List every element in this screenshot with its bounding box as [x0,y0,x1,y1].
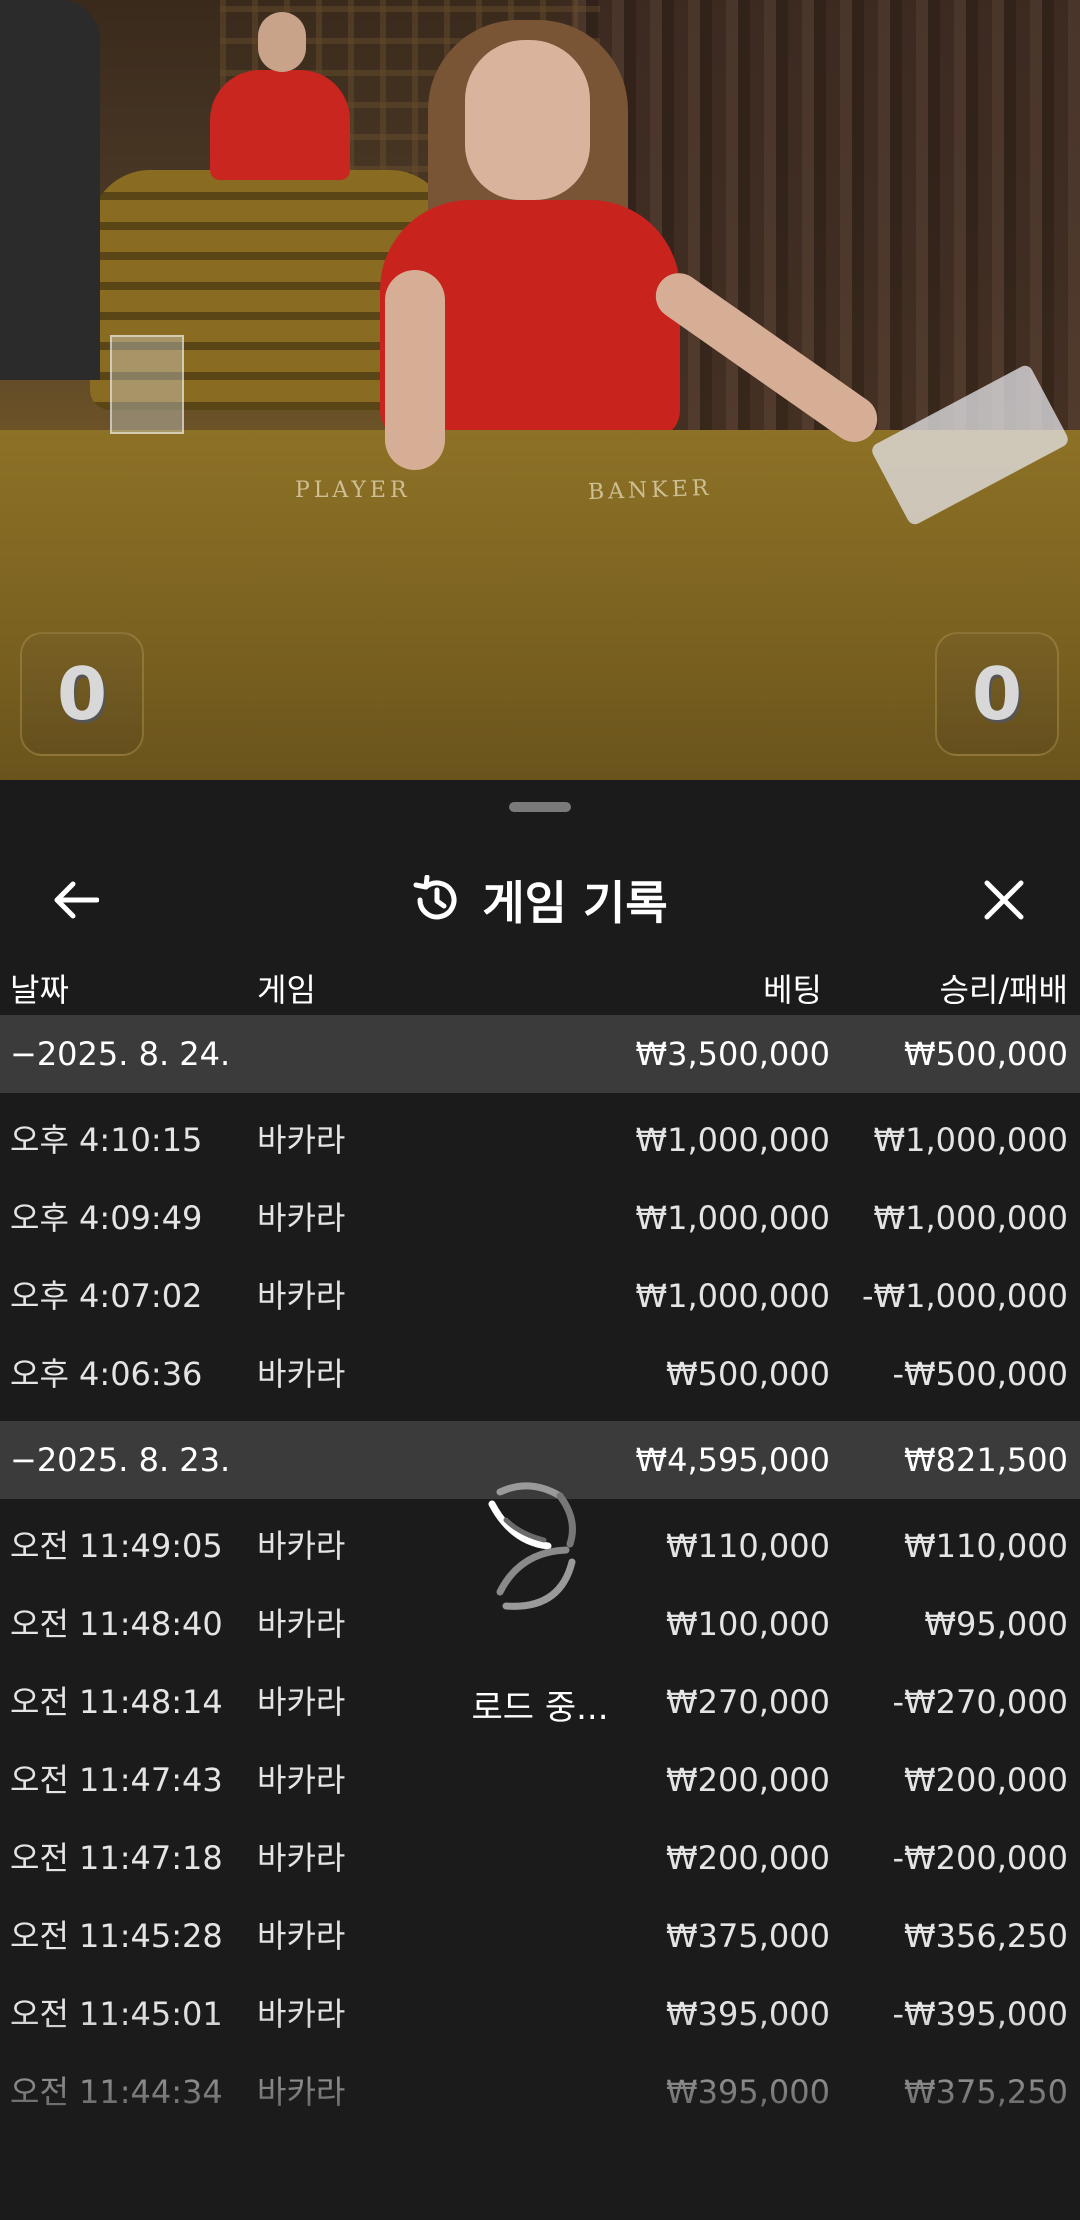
row-bet: ₩110,000 [666,1527,830,1565]
row-game: 바카라 [257,1839,346,1877]
row-game: 바카라 [257,1277,346,1315]
loading-spinner-icon [460,1480,620,1620]
row-win-loss: -₩395,000 [892,1995,1068,2033]
group-date: −2025. 8. 24. [10,1035,231,1073]
row-game: 바카라 [257,2073,346,2111]
row-time: 오전 11:44:34 [10,2073,223,2111]
row-win-loss: ₩375,250 [904,2073,1068,2111]
background-dealer-head [258,12,306,72]
row-win-loss: -₩500,000 [892,1355,1068,1393]
row-game: 바카라 [257,1683,346,1721]
table-row[interactable]: 오후 4:06:36 바카라 ₩500,000 -₩500,000 [0,1335,1080,1413]
column-game: 게임 [257,971,316,1009]
row-bet: ₩1,000,000 [635,1277,831,1315]
table-row[interactable]: 오후 4:07:02 바카라 ₩1,000,000 -₩1,000,000 [0,1257,1080,1335]
row-win-loss: ₩1,000,000 [873,1199,1069,1237]
row-win-loss: -₩200,000 [892,1839,1068,1877]
row-bet: ₩395,000 [666,2073,830,2111]
panel-title: 게임 기록 [0,860,1080,940]
banker-score: 0 [935,632,1059,756]
history-clock-icon [413,875,457,920]
table-row[interactable]: 오전 11:45:01 바카라 ₩395,000 -₩395,000 [0,1975,1080,2053]
row-win-loss: ₩1,000,000 [873,1121,1069,1159]
felt-player-label: PLAYER [295,478,411,503]
live-video: PLAYER BANKER 0 0 [0,0,1080,780]
row-time: 오후 4:06:36 [10,1355,203,1393]
row-bet: ₩395,000 [666,1995,830,2033]
row-bet: ₩200,000 [666,1839,830,1877]
table-row[interactable]: 오전 11:44:34 바카라 ₩395,000 ₩375,250 [0,2053,1080,2131]
discard-box [110,335,184,434]
felt-banker-label: BANKER [587,475,713,506]
row-win-loss: -₩270,000 [892,1683,1068,1721]
table-row[interactable]: 오전 11:45:28 바카라 ₩375,000 ₩356,250 [0,1897,1080,1975]
row-win-loss: ₩95,000 [924,1605,1068,1643]
row-game: 바카라 [257,1355,346,1393]
row-game: 바카라 [257,1527,346,1565]
row-time: 오후 4:10:15 [10,1121,203,1159]
row-win-loss: ₩110,000 [904,1527,1068,1565]
row-win-loss: ₩200,000 [904,1761,1068,1799]
column-bet: 베팅 [763,971,822,1009]
row-bet: ₩1,000,000 [635,1121,831,1159]
panel-header: 게임 기록 [0,830,1080,960]
row-bet: ₩100,000 [666,1605,830,1643]
group-bet-total: ₩3,500,000 [635,1035,831,1073]
row-time: 오전 11:47:43 [10,1761,223,1799]
column-date: 날짜 [10,971,69,1009]
row-bet: ₩375,000 [666,1917,830,1955]
table-row[interactable]: 오전 11:47:43 바카라 ₩200,000 ₩200,000 [0,1741,1080,1819]
group-date: −2025. 8. 23. [10,1441,231,1479]
dealer-head [465,40,590,200]
dealer-arm-left [385,270,445,470]
table-row[interactable]: 오전 11:47:18 바카라 ₩200,000 -₩200,000 [0,1819,1080,1897]
group-bet-total: ₩4,595,000 [635,1441,831,1479]
group-win-total: ₩500,000 [904,1035,1068,1073]
group-win-total: ₩821,500 [904,1441,1068,1479]
row-win-loss: -₩1,000,000 [861,1277,1068,1315]
column-win-loss: 승리/패배 [939,971,1068,1009]
row-time: 오전 11:47:18 [10,1839,223,1877]
row-time: 오전 11:45:28 [10,1917,223,1955]
row-bet: ₩270,000 [666,1683,830,1721]
left-person [0,0,100,380]
row-game: 바카라 [257,1199,346,1237]
table-row[interactable]: 오후 4:10:15 바카라 ₩1,000,000 ₩1,000,000 [0,1101,1080,1179]
close-x-icon [984,880,1024,920]
row-game: 바카라 [257,1121,346,1159]
row-game: 바카라 [257,1605,346,1643]
row-game: 바카라 [257,1995,346,2033]
date-group-row[interactable]: −2025. 8. 24. ₩3,500,000 ₩500,000 [0,1015,1080,1093]
loading-text: 로드 중... [471,1688,609,1728]
row-time: 오전 11:48:40 [10,1605,223,1643]
row-game: 바카라 [257,1761,346,1799]
row-win-loss: ₩356,250 [904,1917,1068,1955]
table-header: 날짜 게임 베팅 승리/패배 [0,960,1080,1020]
row-time: 오전 11:48:14 [10,1683,223,1721]
player-score: 0 [20,632,144,756]
row-time: 오전 11:49:05 [10,1527,223,1565]
row-time: 오전 11:45:01 [10,1995,223,2033]
row-bet: ₩200,000 [666,1761,830,1799]
table-row[interactable]: 오후 4:09:49 바카라 ₩1,000,000 ₩1,000,000 [0,1179,1080,1257]
drag-handle[interactable] [509,802,571,812]
row-time: 오후 4:09:49 [10,1199,203,1237]
row-time: 오후 4:07:02 [10,1277,203,1315]
row-game: 바카라 [257,1917,346,1955]
row-bet: ₩500,000 [666,1355,830,1393]
page-title: 게임 기록 [482,876,668,930]
row-bet: ₩1,000,000 [635,1199,831,1237]
close-button[interactable] [964,865,1044,935]
background-dealer [210,70,350,180]
